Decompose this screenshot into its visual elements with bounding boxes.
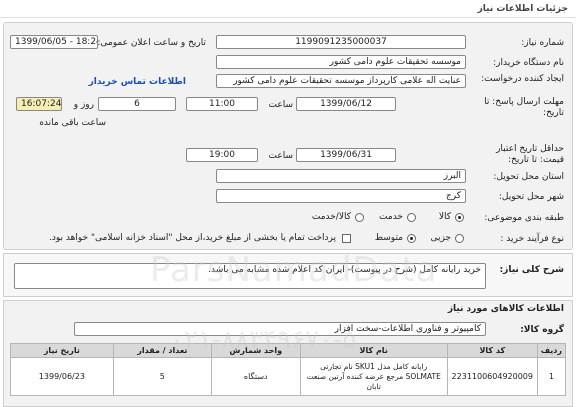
goods-group-label: گروه کالا:	[520, 325, 564, 335]
announce-field: 1399/06/05 - 18:24	[10, 35, 98, 49]
city-field: کرج	[216, 189, 466, 203]
purchase-type-label: نوع فرآیند خرید :	[500, 234, 564, 244]
creator-field: عنایت اله علامی کارپرداز موسسه تحقیقات ع…	[216, 74, 466, 88]
goods-table: ردیف کد کالا نام کالا واحد شمارش تعداد /…	[10, 343, 567, 396]
remaining-time-field: 16:07:24	[16, 97, 62, 111]
cell-unit: دستگاه	[210, 357, 301, 396]
description-field: خرید رایانه کامل (شرح در پیوست)- ایران ک…	[14, 263, 486, 289]
validity-time-label: ساعت	[268, 151, 294, 161]
purchase-option-medium: متوسط	[374, 233, 403, 243]
category-radio-both[interactable]	[355, 213, 364, 222]
contact-info-link[interactable]: اطلاعات تماس خریدار	[89, 77, 186, 87]
buyer-field: موسسه تحقیقات علوم دامی کشور	[216, 55, 466, 69]
goods-section-title: اطلاعات کالاهای مورد نیاز	[447, 304, 564, 314]
purchase-option-minor: جزیی	[430, 233, 451, 243]
city-label: شهر محل تحویل:	[498, 192, 564, 202]
category-option-goods: کالا	[438, 212, 451, 222]
cell-qty: 5	[112, 357, 212, 396]
need-number-label: شماره نیاز:	[521, 38, 564, 48]
cell-index: 1	[536, 357, 567, 396]
days-remaining-field: 6	[98, 97, 176, 111]
col-date: تاریخ نیاز	[10, 343, 114, 358]
buyer-label: نام دستگاه خریدار:	[493, 58, 564, 68]
cell-code: 2231100604920009	[446, 357, 538, 396]
validity-label: حداقل تاریخ اعتبار قیمت: تا تاریخ:	[496, 144, 564, 165]
days-label: روز و	[73, 100, 94, 110]
category-option-service: خدمت	[379, 212, 403, 222]
province-field: البرز	[216, 169, 466, 183]
col-code: کد کالا	[446, 343, 538, 358]
goods-group-field: کامپیوتر و فناوری اطلاعات-سخت افزار	[74, 322, 486, 336]
cell-name: رایانه کامل مدل SKU1 نام تجارتی SOLMATE …	[299, 357, 448, 396]
creator-label: ایجاد کننده درخواست:	[481, 74, 564, 84]
cell-date: 1399/06/23	[10, 357, 114, 396]
announce-label: تاریخ و ساعت اعلان عمومی:	[97, 38, 206, 48]
treasury-payment-note: پرداخت تمام یا بخشی از مبلغ خرید،از محل …	[48, 233, 336, 243]
need-number-field: 1199091235000037	[216, 35, 466, 49]
province-label: استان محل تحویل:	[493, 172, 564, 182]
goods-table-header: ردیف کد کالا نام کالا واحد شمارش تعداد /…	[10, 343, 567, 358]
category-radio-goods[interactable]	[455, 213, 464, 222]
category-option-both: کالا/خدمت	[311, 212, 351, 222]
category-radio-service[interactable]	[407, 213, 416, 222]
purchase-radio-minor[interactable]	[455, 234, 464, 243]
treasury-payment-checkbox[interactable]	[342, 234, 351, 243]
validity-time-field: 19:00	[186, 148, 258, 162]
validity-date-field: 1399/06/31	[296, 148, 396, 162]
remaining-label: ساعت باقی مانده	[39, 118, 106, 128]
col-qty: تعداد / مقدار	[112, 343, 212, 358]
page-header: جزئیات اطلاعات نیاز	[0, 0, 576, 18]
category-label: طبقه بندی موضوعی:	[484, 213, 564, 223]
deadline-time-label: ساعت	[268, 100, 294, 110]
deadline-label: مهلت ارسال پاسخ: تا تاریخ:	[484, 97, 564, 118]
table-row[interactable]: 1 2231100604920009 رایانه کامل مدل SKU1 …	[10, 357, 567, 396]
col-index: ردیف	[536, 343, 567, 358]
deadline-time-field: 11:00	[186, 97, 258, 111]
purchase-radio-medium[interactable]	[407, 234, 416, 243]
page-title: جزئیات اطلاعات نیاز	[477, 4, 568, 14]
col-unit: واحد شمارش	[210, 343, 301, 358]
col-name: نام کالا	[299, 343, 448, 358]
deadline-date-field: 1399/06/12	[296, 97, 396, 111]
description-label: شرح کلی نیاز:	[499, 265, 564, 275]
